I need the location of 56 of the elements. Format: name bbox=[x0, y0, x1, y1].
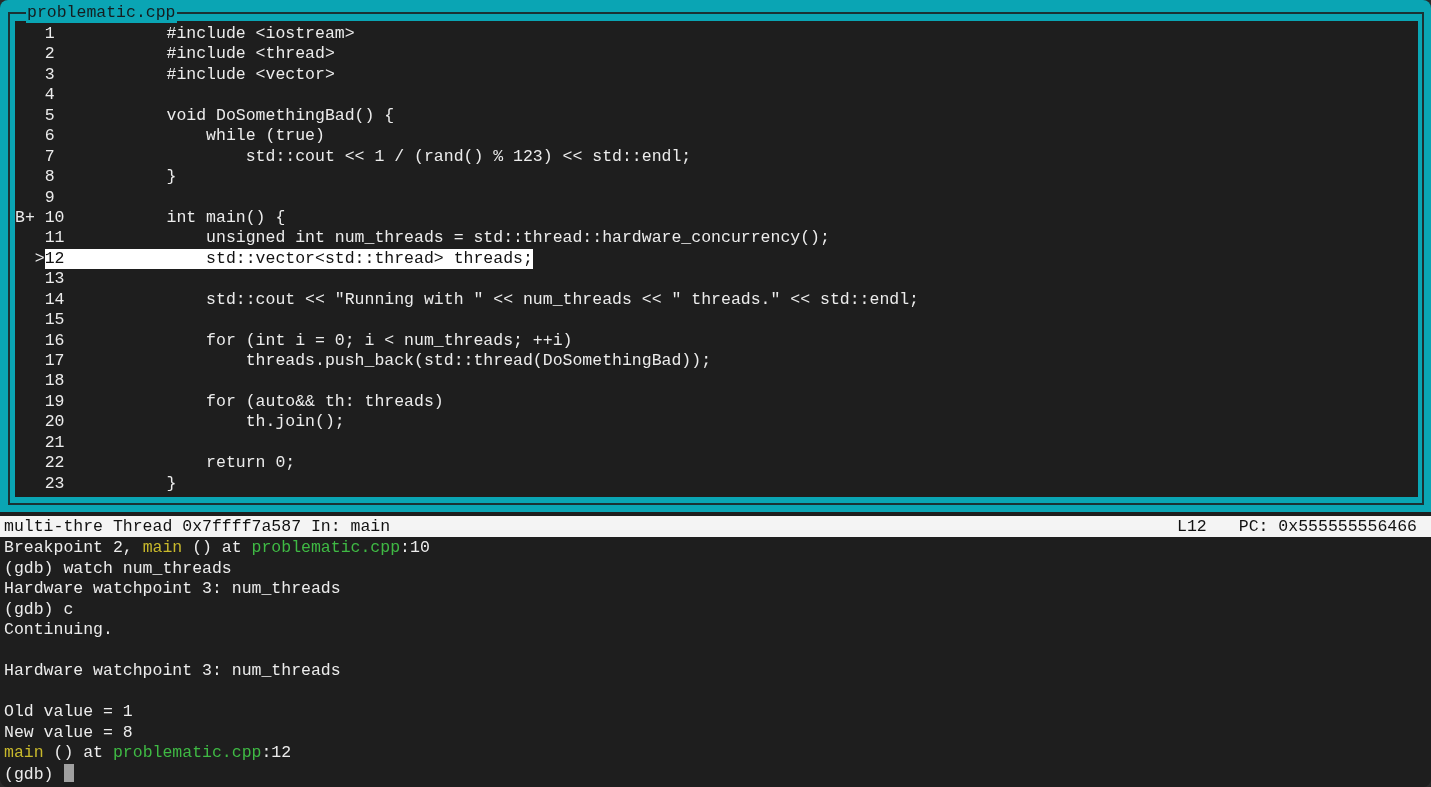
line-number: 10 bbox=[44, 207, 66, 229]
line-number: 5 bbox=[44, 105, 56, 127]
code-line: for (int i = 0; i < num_threads; ++i) bbox=[205, 330, 573, 351]
code-line: threads.push_back(std::thread(DoSomethingBad)); bbox=[244, 351, 712, 372]
line-number: 17 bbox=[44, 351, 66, 372]
code-line: } bbox=[166, 167, 177, 188]
code-line: for (auto&& th: threads) bbox=[205, 391, 444, 413]
line-number: 11 bbox=[44, 228, 66, 249]
line-number: 9 bbox=[44, 187, 56, 208]
line-number: 22 bbox=[44, 453, 66, 474]
thread-info: multi-thre Thread 0x7ffff7a587 In: main bbox=[4, 516, 391, 537]
code-line: unsigned int num_threads = std::thread::hardware_concurrency(); bbox=[205, 228, 830, 249]
line-number: 7 bbox=[44, 146, 56, 168]
line-indicator: L12 bbox=[1177, 516, 1207, 537]
line-number: 2 bbox=[44, 44, 56, 65]
code-line: std::cout << 1 / (rand() % 123) << std::endl; bbox=[244, 146, 692, 168]
line-number: 23 bbox=[44, 473, 66, 495]
console-line: Continuing. bbox=[4, 620, 114, 641]
line-number: 20 bbox=[44, 412, 66, 433]
line-number: 18 bbox=[44, 371, 66, 392]
code-line: #include <vector> bbox=[166, 64, 335, 86]
code-line: } bbox=[166, 473, 177, 495]
console-line: Hardware watchpoint 3: num_threads bbox=[4, 661, 342, 682]
code-line: return 0; bbox=[205, 453, 296, 474]
line-number: 13 bbox=[44, 269, 66, 290]
line-number: 19 bbox=[44, 391, 66, 413]
code-line: std::vector<std::thread> threads; bbox=[205, 248, 533, 270]
line-number: 15 bbox=[44, 310, 66, 331]
breakpoint-marker: B+ bbox=[15, 207, 36, 229]
code-line: #include <thread> bbox=[166, 44, 335, 65]
console-line: New value = 8 bbox=[4, 722, 134, 743]
code-line: while (true) bbox=[205, 126, 325, 147]
code-line: th.join(); bbox=[244, 412, 345, 433]
line-number: 12 bbox=[44, 248, 66, 270]
current-line-marker: > bbox=[33, 248, 45, 270]
code-line: std::cout << "Running with " << num_threads << " threads." << std::endl; bbox=[205, 289, 919, 311]
code-line: int main() { bbox=[166, 207, 286, 229]
code-line: void DoSomethingBad() { bbox=[166, 105, 395, 127]
pc-address: PC: 0x555555556466 bbox=[1238, 516, 1417, 537]
line-number: 21 bbox=[44, 432, 66, 454]
line-number: 16 bbox=[44, 330, 66, 351]
line-number: 6 bbox=[44, 126, 56, 147]
file-title: problematic.cpp bbox=[26, 3, 177, 23]
line-number: 3 bbox=[44, 64, 56, 86]
line-number: 14 bbox=[44, 289, 66, 311]
console-line: Breakpoint 2, main () at problematic.cpp:10 bbox=[4, 538, 431, 559]
line-number: 4 bbox=[44, 85, 56, 106]
console-line: Hardware watchpoint 3: num_threads bbox=[4, 579, 342, 600]
line-number: 1 bbox=[44, 24, 56, 45]
gdb-prompt[interactable]: (gdb) bbox=[4, 764, 54, 784]
console-line: (gdb) c bbox=[4, 599, 75, 620]
console-line: (gdb) watch num_threads bbox=[4, 558, 233, 579]
code-line: #include <iostream> bbox=[166, 24, 355, 45]
console-line: Old value = 1 bbox=[4, 702, 134, 723]
console-line: main () at problematic.cpp:12 bbox=[4, 743, 293, 764]
line-number: 8 bbox=[44, 167, 56, 188]
